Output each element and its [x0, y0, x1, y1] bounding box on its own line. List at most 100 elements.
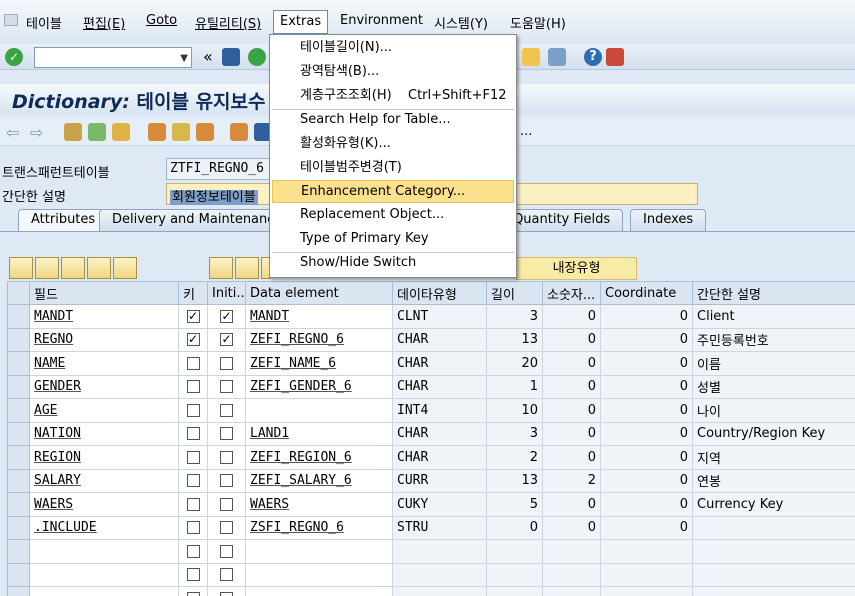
row-selector[interactable] — [7, 421, 30, 446]
row-selector[interactable] — [7, 586, 30, 596]
initial-values-checkbox[interactable] — [220, 450, 233, 464]
where-used-icon[interactable] — [148, 123, 166, 141]
key-checkbox[interactable] — [186, 591, 200, 596]
field-name-cell[interactable]: SALARY — [29, 468, 179, 493]
initial-checkbox-cell[interactable] — [207, 539, 246, 564]
data-element-cell[interactable]: ZEFI_REGNO_6 — [245, 327, 393, 352]
column-header-data-type[interactable]: 데이타유형 — [392, 281, 487, 305]
data-element-cell[interactable] — [245, 562, 393, 587]
data-element-cell[interactable]: ZEFI_SALARY_6 — [245, 468, 393, 493]
initial-checkbox-cell[interactable]: ✓ — [207, 304, 246, 329]
insert-row-icon[interactable] — [87, 257, 111, 279]
table-settings-icon[interactable] — [235, 257, 259, 279]
menu-item-primary-key-type[interactable]: Type of Primary Key — [272, 228, 514, 251]
shortcut-icon[interactable] — [548, 48, 566, 66]
built-in-type-button[interactable]: 내장유형 — [516, 257, 637, 280]
key-checkbox-cell[interactable] — [178, 539, 208, 564]
menu-item-hierarchy-display[interactable]: 계층구조조회(H) Ctrl+Shift+F12 — [272, 85, 514, 108]
field-name-cell[interactable] — [29, 539, 179, 564]
key-checkbox-cell[interactable] — [178, 445, 208, 470]
column-header-length[interactable]: 길이 — [486, 281, 543, 305]
data-element-cell[interactable]: WAERS — [245, 492, 393, 517]
data-element-cell[interactable]: MANDT — [245, 304, 393, 329]
menu-utilities[interactable]: 유틸리티(S) — [195, 13, 261, 32]
filter-icon[interactable] — [209, 257, 233, 279]
initial-values-checkbox[interactable]: ✓ — [220, 333, 233, 347]
row-selector[interactable] — [7, 398, 30, 423]
initial-values-checkbox[interactable] — [220, 474, 233, 488]
menu-help[interactable]: 도움말(H) — [510, 13, 566, 32]
key-checkbox-cell[interactable] — [178, 492, 208, 517]
table-row[interactable]: MANDT ✓ ✓ MANDT CLNT 3 0 0 Client — [7, 304, 855, 329]
back-arrow-icon[interactable]: ⇦ — [6, 123, 24, 142]
wand-icon[interactable] — [172, 123, 190, 141]
initial-values-checkbox[interactable] — [220, 403, 233, 417]
data-element-cell[interactable]: ZEFI_REGION_6 — [245, 445, 393, 470]
table-row[interactable]: REGION ZEFI_REGION_6 CHAR 2 0 0 지역 — [7, 445, 855, 470]
data-element-cell[interactable]: LAND1 — [245, 421, 393, 446]
back-icon[interactable] — [248, 48, 266, 66]
data-element-cell[interactable] — [245, 398, 393, 423]
menu-item-change-category[interactable]: 테이블범주변경(T) — [272, 157, 514, 180]
key-checkbox-cell[interactable] — [178, 374, 208, 399]
field-name-cell[interactable]: NATION — [29, 421, 179, 446]
enter-check-icon[interactable]: ✓ — [5, 48, 23, 66]
layout-icon[interactable] — [606, 48, 624, 66]
key-checkbox-cell[interactable] — [178, 421, 208, 446]
row-selector[interactable] — [7, 492, 30, 517]
save-icon[interactable] — [222, 48, 240, 66]
column-header-key[interactable]: 키 — [178, 281, 208, 305]
initial-checkbox-cell[interactable] — [207, 492, 246, 517]
field-name-cell[interactable]: MANDT — [29, 304, 179, 329]
key-checkbox[interactable] — [186, 427, 200, 441]
key-checkbox[interactable]: ✓ — [186, 333, 200, 347]
table-row[interactable]: NATION LAND1 CHAR 3 0 0 Country/Region Key — [7, 421, 855, 446]
forward-arrow-icon[interactable]: ⇨ — [30, 123, 48, 142]
initial-checkbox-cell[interactable] — [207, 468, 246, 493]
menu-edit[interactable]: 편집(E) — [83, 13, 125, 32]
cut-icon[interactable] — [9, 257, 33, 279]
delete-row-icon[interactable] — [113, 257, 137, 279]
field-name-cell[interactable]: GENDER — [29, 374, 179, 399]
tab-delivery-maintenance[interactable]: Delivery and Maintenance — [99, 209, 296, 231]
key-checkbox-cell[interactable] — [178, 351, 208, 376]
display-change-icon[interactable] — [64, 123, 82, 141]
tab-indexes[interactable]: Indexes — [630, 209, 707, 231]
initial-checkbox-cell[interactable]: ✓ — [207, 327, 246, 352]
menu-table[interactable]: 테이블 — [26, 13, 62, 32]
row-selector-header[interactable] — [7, 281, 30, 305]
row-selector[interactable] — [7, 562, 30, 587]
field-name-cell[interactable]: .INCLUDE — [29, 515, 179, 540]
key-checkbox[interactable] — [186, 544, 200, 558]
table-row[interactable]: REGNO ✓ ✓ ZEFI_REGNO_6 CHAR 13 0 0 주민등록번호 — [7, 327, 855, 352]
table-row[interactable] — [7, 586, 855, 596]
initial-values-checkbox[interactable] — [220, 521, 233, 535]
table-row[interactable]: AGE INT4 10 0 0 나이 — [7, 398, 855, 423]
key-checkbox-cell[interactable] — [178, 398, 208, 423]
field-name-cell[interactable]: NAME — [29, 351, 179, 376]
initial-checkbox-cell[interactable] — [207, 421, 246, 446]
row-selector[interactable] — [7, 327, 30, 352]
row-selector[interactable] — [7, 539, 30, 564]
column-header-data-element[interactable]: Data element — [245, 281, 393, 305]
key-checkbox[interactable] — [186, 356, 200, 370]
key-checkbox-cell[interactable]: ✓ — [178, 304, 208, 329]
key-checkbox-cell[interactable]: ✓ — [178, 327, 208, 352]
menu-item-replacement-object[interactable]: Replacement Object... — [272, 204, 514, 227]
key-checkbox[interactable] — [186, 450, 200, 464]
initial-values-checkbox[interactable]: ✓ — [220, 309, 233, 323]
key-checkbox[interactable] — [186, 474, 200, 488]
initial-values-checkbox[interactable] — [220, 497, 233, 511]
menu-item-global-search[interactable]: 광역탐색(B)... — [272, 61, 514, 84]
field-name-cell[interactable]: WAERS — [29, 492, 179, 517]
row-selector[interactable] — [7, 445, 30, 470]
key-checkbox-cell[interactable] — [178, 515, 208, 540]
initial-values-checkbox[interactable] — [220, 591, 233, 596]
row-selector[interactable] — [7, 515, 30, 540]
field-name-cell[interactable]: AGE — [29, 398, 179, 423]
command-field[interactable]: ▼ — [34, 47, 192, 68]
table-row[interactable]: WAERS WAERS CUKY 5 0 0 Currency Key — [7, 492, 855, 517]
collapse-arrows-icon[interactable]: « — [203, 47, 213, 66]
column-header-coordinate[interactable]: Coordinate — [600, 281, 693, 305]
column-header-initial[interactable]: Initi... — [207, 281, 246, 305]
